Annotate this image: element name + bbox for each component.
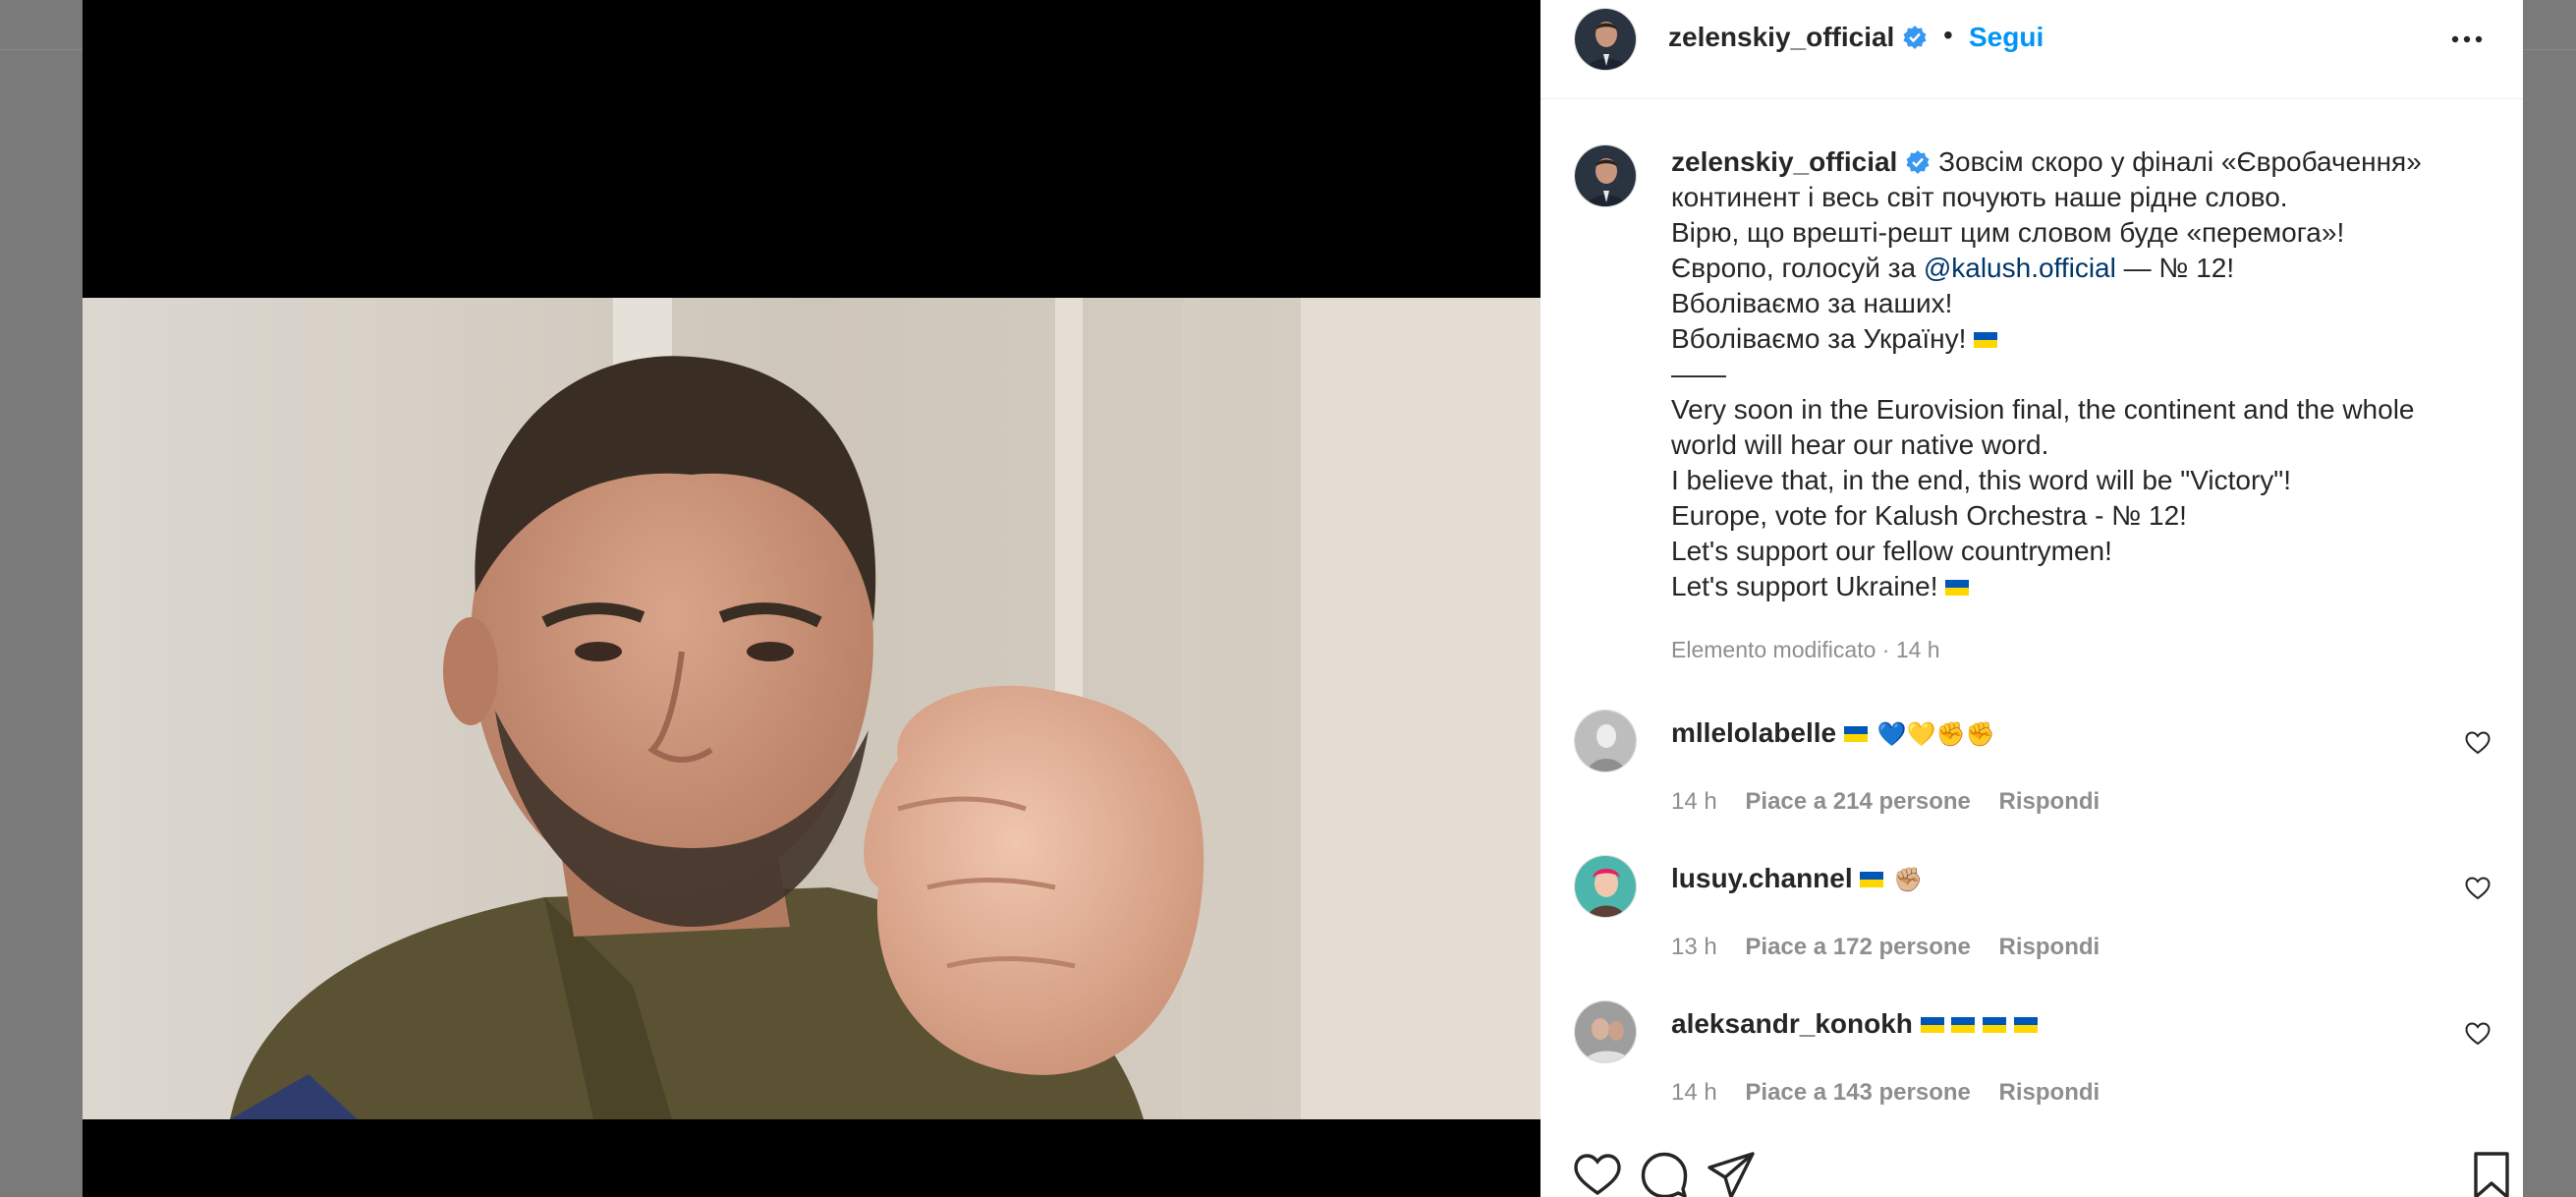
header-separator: •	[1943, 20, 1953, 50]
comment-meta: 14 h Piace a 214 persone Rispondi	[1671, 788, 2121, 816]
caption-line-2: континент і весь світ почують наше рідне…	[1671, 182, 2288, 212]
comment-text: aleksandr_konokh	[1671, 1008, 2038, 1040]
post-media[interactable]	[83, 0, 1540, 1197]
caption-line-5: Вболіваємо за наших!	[1671, 288, 1953, 318]
post-side-panel: zelenskiy_official • Segui zelenskiy_off…	[1540, 0, 2523, 1197]
post-photo	[83, 298, 1540, 1119]
ukraine-flag-icon	[1920, 1017, 1944, 1033]
post-action-bar	[1540, 1130, 2523, 1197]
photo-illustration	[83, 298, 1540, 1119]
reply-button[interactable]: Rispondi	[1999, 788, 2100, 815]
ukraine-flag-icon	[1951, 1017, 1976, 1033]
caption-line-8: world will hear our native word.	[1671, 429, 2049, 460]
caption-line-7: Very soon in the Eurovision final, the c…	[1671, 394, 2415, 425]
commenter-username[interactable]: lusuy.channel	[1671, 863, 1853, 893]
commenter-avatar[interactable]	[1574, 855, 1637, 918]
edited-timestamp: Elemento modificato · 14 h	[1671, 637, 1940, 662]
author-username-header[interactable]: zelenskiy_official	[1668, 22, 1928, 53]
comment-likes[interactable]: Piace a 172 persone	[1745, 934, 1970, 960]
comment-likes[interactable]: Piace a 143 persone	[1745, 1079, 1970, 1106]
commenter-username[interactable]: mllelolabelle	[1671, 717, 1836, 748]
commenter-username[interactable]: aleksandr_konokh	[1671, 1008, 1913, 1039]
post-caption: zelenskiy_official Зовсім скоро у фіналі…	[1671, 144, 2496, 604]
caption-line-4a: Європо, голосуй за	[1671, 253, 1924, 283]
comment-time[interactable]: 14 h	[1671, 788, 1717, 815]
more-options-icon[interactable]	[2442, 20, 2492, 59]
comment-likes[interactable]: Piace a 214 persone	[1745, 788, 1970, 815]
verified-badge-icon	[1906, 150, 1930, 174]
ukraine-flag-icon	[1860, 872, 1884, 887]
author-username[interactable]: zelenskiy_official	[1668, 22, 1894, 52]
heart-icon[interactable]	[2464, 729, 2492, 757]
caption-line-11: Let's support our fellow countrymen!	[1671, 536, 2112, 566]
comment-item: mllelolabelle 💙💛✊✊ 14 h Piace a 214 pers…	[1540, 710, 2523, 847]
comment-time[interactable]: 14 h	[1671, 1079, 1717, 1106]
commenter-avatar[interactable]	[1574, 1000, 1637, 1063]
bookmark-icon[interactable]	[2466, 1150, 2517, 1197]
comment-meta: 14 h Piace a 143 persone Rispondi	[1671, 1079, 2121, 1107]
caption-line-12: Let's support Ukraine!	[1671, 571, 1946, 601]
ukraine-flag-icon	[1945, 580, 1970, 596]
caption-line-10: Europe, vote for Kalush Orchestra - № 12…	[1671, 500, 2187, 531]
comment-icon[interactable]	[1639, 1150, 1690, 1197]
reply-button[interactable]: Rispondi	[1999, 1079, 2100, 1106]
ukraine-flag-icon	[1843, 726, 1868, 742]
comment-emojis: 💙💛✊✊	[1876, 721, 1995, 748]
caption-line-9: I believe that, in the end, this word wi…	[1671, 465, 2292, 495]
author-avatar[interactable]	[1574, 8, 1637, 71]
reply-button[interactable]: Rispondi	[1999, 934, 2100, 960]
comment-emojis: ✊🏼	[1893, 867, 1924, 893]
caption-author-username[interactable]: zelenskiy_official	[1671, 146, 1897, 177]
caption-line-4b: — № 12!	[2115, 253, 2235, 283]
caption-line-3: Вірю, що врешті-решт цим словом буде «пе…	[1671, 217, 2345, 248]
ukraine-flag-icon	[2014, 1017, 2038, 1033]
caption-divider: ——	[1671, 359, 1726, 389]
comment-item: lusuy.channel ✊🏼 13 h Piace a 172 person…	[1540, 855, 2523, 993]
ukraine-flag-icon	[1983, 1017, 2007, 1033]
caption-author-avatar[interactable]	[1574, 144, 1637, 207]
comment-text: mllelolabelle 💙💛✊✊	[1671, 717, 1994, 749]
commenter-avatar[interactable]	[1574, 710, 1637, 772]
comment-item: aleksandr_konokh 14 h Piace a 143 person…	[1540, 1000, 2523, 1138]
comment-meta: 13 h Piace a 172 persone Rispondi	[1671, 934, 2121, 961]
comment-time[interactable]: 13 h	[1671, 934, 1717, 960]
post-header: zelenskiy_official • Segui	[1540, 0, 2523, 99]
heart-icon[interactable]	[1572, 1150, 1623, 1197]
heart-icon[interactable]	[2464, 875, 2492, 902]
mention-link[interactable]: @kalush.official	[1924, 253, 2116, 283]
caption-line-1: Зовсім скоро у фіналі «Євробачення»	[1938, 146, 2422, 177]
comment-text: lusuy.channel ✊🏼	[1671, 863, 1923, 894]
caption-line-6: Вболіваємо за Україну!	[1671, 323, 1975, 354]
ukraine-flag-icon	[1974, 332, 1998, 348]
follow-button[interactable]: Segui	[1969, 22, 2044, 53]
share-icon[interactable]	[1706, 1150, 1757, 1197]
heart-icon[interactable]	[2464, 1020, 2492, 1048]
verified-badge-icon	[1903, 26, 1927, 49]
